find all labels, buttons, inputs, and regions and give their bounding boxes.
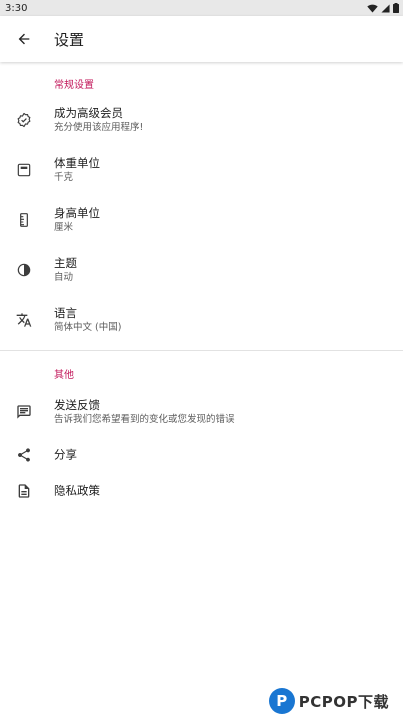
setting-title: 身高单位 <box>54 206 100 220</box>
translate-icon <box>16 312 32 328</box>
setting-theme[interactable]: 主题 自动 <box>0 245 403 295</box>
setting-share[interactable]: 分享 <box>0 437 403 473</box>
setting-subtitle: 充分使用该应用程序! <box>54 122 144 133</box>
feedback-icon <box>16 404 32 420</box>
document-icon <box>16 483 32 499</box>
back-button[interactable] <box>11 26 37 52</box>
wifi-icon <box>367 4 378 13</box>
setting-title: 语言 <box>54 306 77 320</box>
setting-subtitle: 告诉我们您希望看到的变化或您发现的错误 <box>54 414 235 425</box>
status-icons <box>367 3 399 13</box>
setting-title: 主题 <box>54 256 77 270</box>
app-bar: 设置 <box>0 16 403 62</box>
status-bar: 3:30 <box>0 0 403 16</box>
verified-badge-icon <box>16 112 32 128</box>
setting-premium[interactable]: 成为高级会员 充分使用该应用程序! <box>0 95 403 145</box>
battery-icon <box>393 3 399 13</box>
setting-weight-unit[interactable]: 体重单位 千克 <box>0 145 403 195</box>
scale-icon <box>16 162 32 178</box>
setting-language[interactable]: 语言 简体中文 (中国) <box>0 295 403 345</box>
contrast-icon <box>16 262 32 278</box>
status-time: 3:30 <box>5 2 28 14</box>
setting-subtitle: 厘米 <box>54 222 74 233</box>
setting-subtitle: 简体中文 (中国) <box>54 322 122 333</box>
settings-list: 常规设置 成为高级会员 充分使用该应用程序! 体重单位 千克 身高单位 厘米 主… <box>0 62 403 509</box>
setting-title: 隐私政策 <box>54 483 100 498</box>
section-header-other: 其他 <box>54 369 74 381</box>
setting-privacy-policy[interactable]: 隐私政策 <box>0 473 403 509</box>
arrow-back-icon <box>18 33 30 45</box>
setting-title: 发送反馈 <box>54 398 100 412</box>
section-header-general: 常规设置 <box>54 79 94 91</box>
bottom-area: P PCPOP下载 <box>0 684 403 720</box>
logo-text: PCPOP下载 <box>298 692 389 711</box>
logo-mark-icon: P <box>268 688 295 714</box>
setting-feedback[interactable]: 发送反馈 告诉我们您希望看到的变化或您发现的错误 <box>0 387 403 437</box>
page-title: 设置 <box>54 30 85 49</box>
ruler-icon <box>16 212 32 228</box>
share-icon <box>16 447 32 463</box>
setting-title: 成为高级会员 <box>54 106 123 120</box>
setting-height-unit[interactable]: 身高单位 厘米 <box>0 195 403 245</box>
setting-title: 体重单位 <box>54 156 100 170</box>
setting-subtitle: 自动 <box>54 272 74 283</box>
setting-title: 分享 <box>54 447 77 462</box>
watermark-logo: P PCPOP下载 <box>268 688 389 714</box>
signal-icon <box>381 3 390 13</box>
setting-subtitle: 千克 <box>54 172 74 183</box>
